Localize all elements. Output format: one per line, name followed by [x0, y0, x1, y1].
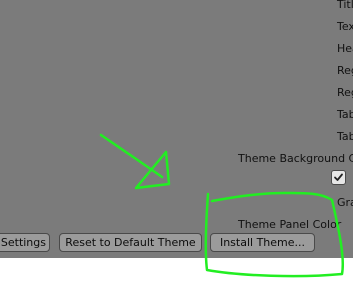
theme-background-color-label: Theme Background Col [238, 152, 353, 165]
screenshot-root: Titl Tex Hea Reg Reg Tab Tab Theme Backg… [0, 0, 353, 281]
theme-preferences-panel: Titl Tex Hea Reg Reg Tab Tab Theme Backg… [0, 0, 353, 258]
title-label: Titl [337, 0, 353, 11]
gradient-checkbox[interactable] [331, 170, 346, 185]
region-label-2: Reg [337, 86, 353, 99]
tab-label-2: Tab [337, 130, 353, 143]
reset-to-default-theme-button[interactable]: Reset to Default Theme [59, 233, 202, 252]
settings-button[interactable]: Settings [0, 233, 50, 252]
theme-panel-color-label: Theme Panel Color [238, 218, 342, 231]
text-label: Tex [337, 20, 353, 33]
region-label-1: Reg [337, 64, 353, 77]
tab-label-1: Tab [337, 108, 353, 121]
header-label: Hea [337, 42, 353, 55]
gradient-label: Gra [337, 196, 353, 209]
install-theme-button[interactable]: Install Theme... [210, 233, 315, 252]
checkmark-icon [334, 173, 343, 181]
